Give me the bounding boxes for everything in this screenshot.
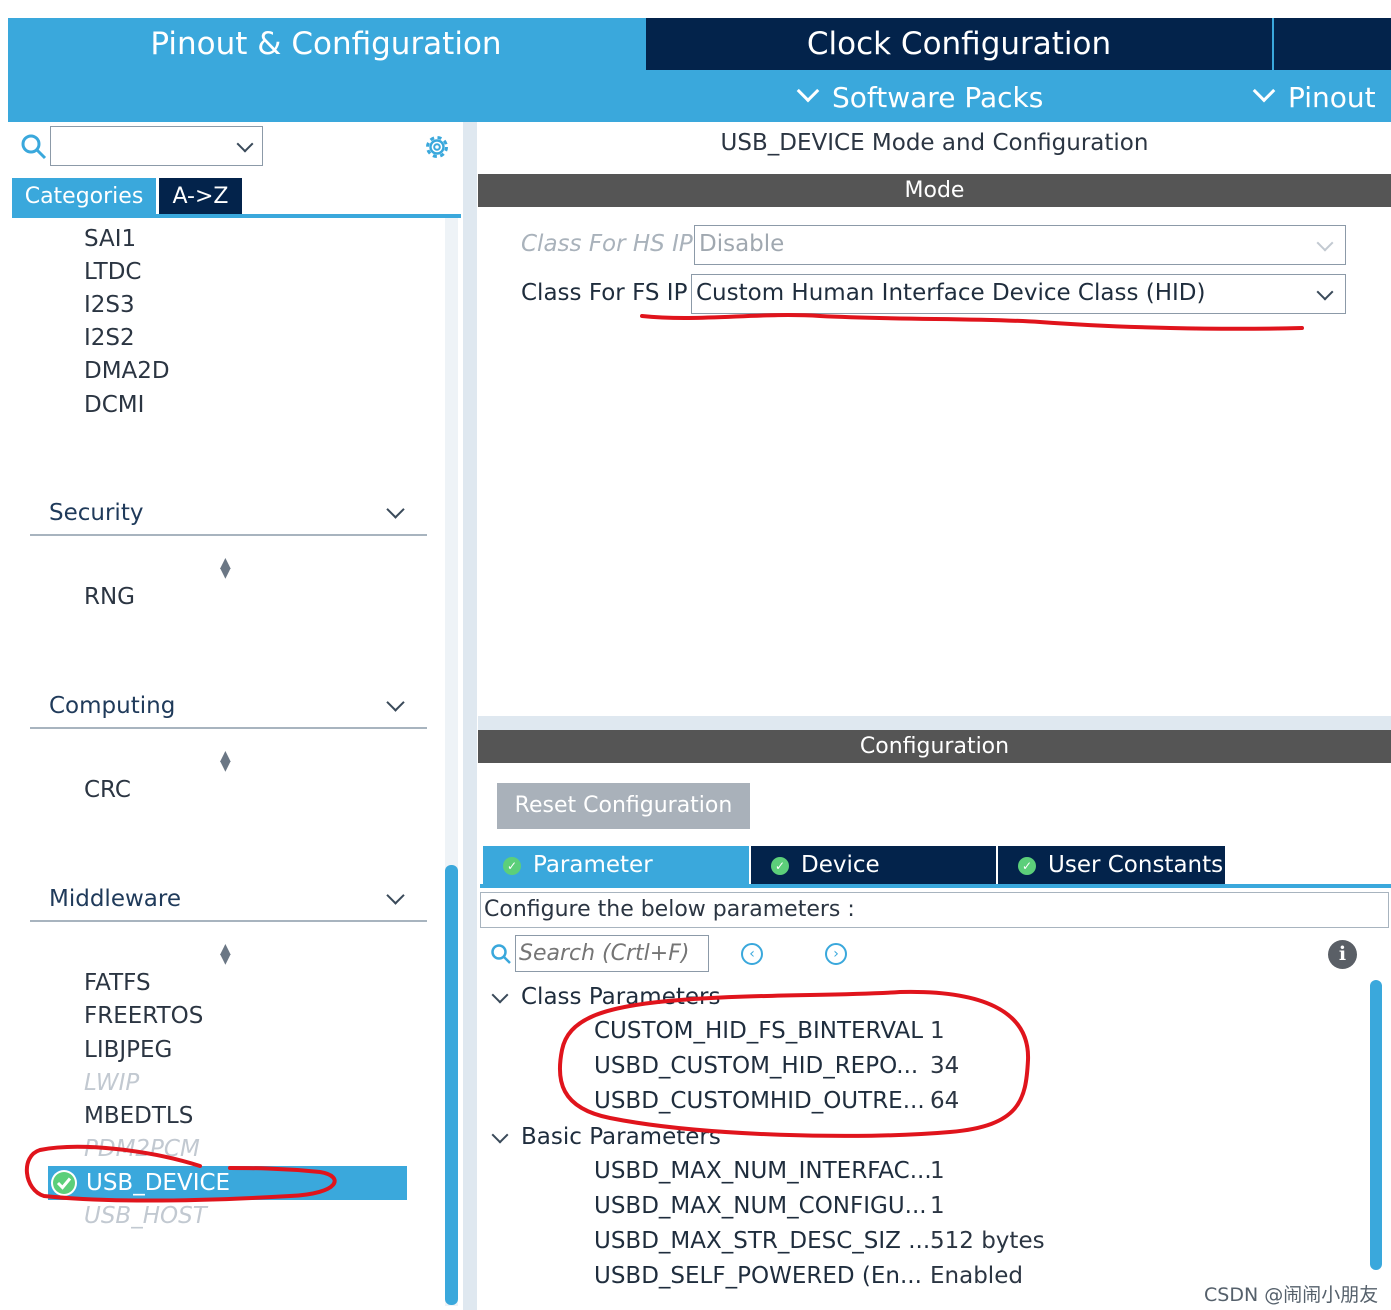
annotation-circle-usb xyxy=(24,1144,337,1203)
annotation-marks xyxy=(24,313,1304,1203)
annotation-circle-params xyxy=(557,989,1031,1138)
annotation-underline xyxy=(640,313,1304,331)
